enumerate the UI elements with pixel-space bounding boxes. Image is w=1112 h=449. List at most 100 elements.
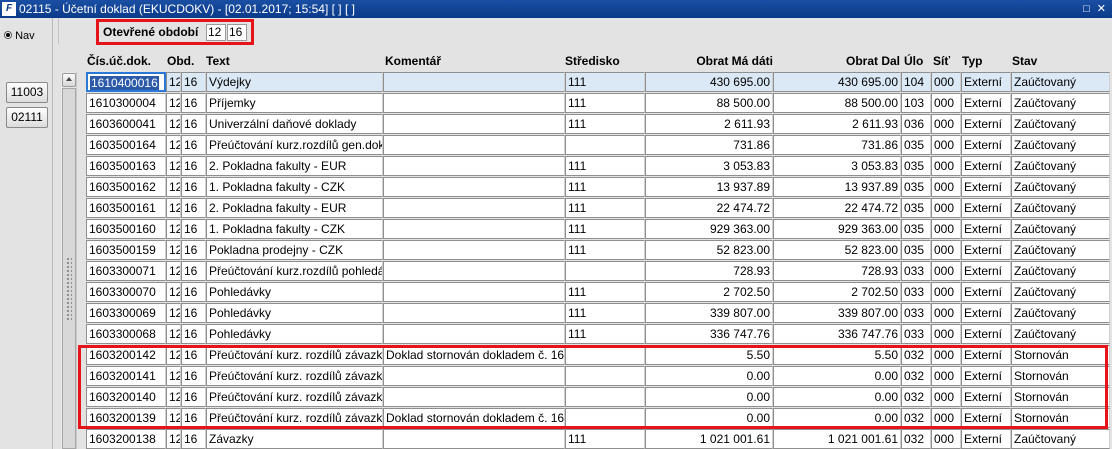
cell-text[interactable]: Pohledávky <box>206 324 383 344</box>
cell-doc[interactable]: 1603300071 <box>86 261 166 281</box>
cell-credit[interactable]: 731.86 <box>773 135 901 155</box>
cell-text[interactable]: Univerzální daňové doklady <box>206 114 383 134</box>
cell-typ[interactable]: Externí <box>961 114 1011 134</box>
cell-ulo[interactable]: 103 <box>901 93 931 113</box>
cell-text[interactable]: Přeúčtování kurz. rozdílů závazků <box>206 345 383 365</box>
cell-typ[interactable]: Externí <box>961 261 1011 281</box>
table-row[interactable]: 16032001381216Závazky1111 021 001.611 02… <box>86 428 1110 449</box>
cell-center[interactable] <box>565 261 645 281</box>
cell-debit[interactable]: 339 807.00 <box>645 303 773 323</box>
cell-y[interactable]: 16 <box>181 135 206 155</box>
cell-stav[interactable]: Zaúčtovaný <box>1011 177 1110 197</box>
cell-stav[interactable]: Zaúčtovaný <box>1011 303 1110 323</box>
cell-m[interactable]: 12 <box>166 114 181 134</box>
cell-sit[interactable]: 000 <box>931 366 961 386</box>
column-header[interactable]: Stav <box>1012 53 1102 69</box>
cell-m[interactable]: 12 <box>166 282 181 302</box>
cell-doc[interactable]: 1603500164 <box>86 135 166 155</box>
cell-m[interactable]: 12 <box>166 219 181 239</box>
column-header[interactable]: Text <box>206 53 286 69</box>
column-header[interactable]: Středisko <box>565 53 645 69</box>
cell-ulo[interactable]: 032 <box>901 345 931 365</box>
cell-ulo[interactable]: 104 <box>901 72 931 92</box>
cell-text[interactable]: Pohledávky <box>206 303 383 323</box>
nav-button-02111[interactable]: 02111 <box>6 107 48 128</box>
cell-debit[interactable]: 2 702.50 <box>645 282 773 302</box>
cell-typ[interactable]: Externí <box>961 219 1011 239</box>
cell-stav[interactable]: Zaúčtovaný <box>1011 324 1110 344</box>
cell-debit[interactable]: 430 695.00 <box>645 72 773 92</box>
cell-text[interactable]: 1. Pokladna fakulty - CZK <box>206 177 383 197</box>
cell-doc[interactable]: 1603500161 <box>86 198 166 218</box>
cell-sit[interactable]: 000 <box>931 198 961 218</box>
cell-comment[interactable]: Doklad stornován dokladem č. 160 <box>383 408 565 428</box>
table-row[interactable]: 16032001411216Přeúčtování kurz. rozdílů … <box>86 365 1110 386</box>
cell-credit[interactable]: 22 474.72 <box>773 198 901 218</box>
cell-debit[interactable]: 336 747.76 <box>645 324 773 344</box>
cell-credit[interactable]: 88 500.00 <box>773 93 901 113</box>
cell-text[interactable]: Výdejky <box>206 72 383 92</box>
cell-y[interactable]: 16 <box>181 429 206 449</box>
table-row[interactable]: 160350016112162. Pokladna fakulty - EUR 1… <box>86 197 1110 218</box>
table-row[interactable]: 16103000041216Příjemky11188 500.0088 500… <box>86 92 1110 113</box>
cell-typ[interactable]: Externí <box>961 93 1011 113</box>
cell-debit[interactable]: 929 363.00 <box>645 219 773 239</box>
cell-doc[interactable]: 1603200141 <box>86 366 166 386</box>
cell-center[interactable]: 111 <box>565 114 645 134</box>
cell-stav[interactable]: Zaúčtovaný <box>1011 114 1110 134</box>
cell-doc[interactable]: 1603500159 <box>86 240 166 260</box>
table-row[interactable]: 16033000701216Pohledávky1112 702.502 702… <box>86 281 1110 302</box>
cell-stav[interactable]: Zaúčtovaný <box>1011 72 1110 92</box>
column-header[interactable]: Obrat Dal <box>774 53 900 69</box>
cell-comment[interactable] <box>383 366 565 386</box>
period-year-field[interactable]: 16 <box>227 24 247 41</box>
cell-debit[interactable]: 731.86 <box>645 135 773 155</box>
cell-ulo[interactable]: 035 <box>901 177 931 197</box>
cell-ulo[interactable]: 033 <box>901 324 931 344</box>
cell-center[interactable]: 111 <box>565 198 645 218</box>
cell-ulo[interactable]: 032 <box>901 408 931 428</box>
table-row[interactable]: 16032001391216Přeúčtování kurz. rozdílů … <box>86 407 1110 428</box>
cell-doc[interactable]: 1603200140 <box>86 387 166 407</box>
column-header[interactable]: Komentář <box>385 53 465 69</box>
cell-credit[interactable]: 52 823.00 <box>773 240 901 260</box>
cell-sit[interactable]: 000 <box>931 324 961 344</box>
cell-credit[interactable]: 336 747.76 <box>773 324 901 344</box>
cell-center[interactable]: 111 <box>565 303 645 323</box>
cell-text[interactable]: Přeúčtování kurz. rozdílů závazků <box>206 366 383 386</box>
cell-typ[interactable]: Externí <box>961 324 1011 344</box>
cell-credit[interactable]: 2 611.93 <box>773 114 901 134</box>
cell-doc[interactable]: 1603500160 <box>86 219 166 239</box>
cell-typ[interactable]: Externí <box>961 156 1011 176</box>
cell-stav[interactable]: Stornován <box>1011 345 1110 365</box>
cell-typ[interactable]: Externí <box>961 282 1011 302</box>
cell-stav[interactable]: Stornován <box>1011 366 1110 386</box>
cell-sit[interactable]: 000 <box>931 387 961 407</box>
cell-ulo[interactable]: 035 <box>901 156 931 176</box>
cell-y[interactable]: 16 <box>181 240 206 260</box>
cell-ulo[interactable]: 035 <box>901 240 931 260</box>
cell-typ[interactable]: Externí <box>961 345 1011 365</box>
cell-doc[interactable]: 1603300069 <box>86 303 166 323</box>
cell-m[interactable]: 12 <box>166 198 181 218</box>
cell-doc[interactable]: 1603300068 <box>86 324 166 344</box>
cell-stav[interactable]: Stornován <box>1011 408 1110 428</box>
table-row[interactable]: 16033000681216Pohledávky111336 747.76336… <box>86 323 1110 344</box>
cell-ulo[interactable]: 035 <box>901 198 931 218</box>
cell-credit[interactable]: 0.00 <box>773 408 901 428</box>
cell-y[interactable]: 16 <box>181 114 206 134</box>
cell-debit[interactable]: 88 500.00 <box>645 93 773 113</box>
table-row[interactable]: 16032001421216Přeúčtování kurz. rozdílů … <box>86 344 1110 365</box>
cell-sit[interactable]: 000 <box>931 429 961 449</box>
cell-m[interactable]: 12 <box>166 408 181 428</box>
cell-center[interactable]: 111 <box>565 156 645 176</box>
cell-sit[interactable]: 000 <box>931 261 961 281</box>
cell-comment[interactable] <box>383 198 565 218</box>
table-row[interactable]: 16033000691216Pohledávky111339 807.00339… <box>86 302 1110 323</box>
cell-doc[interactable]: 1603600041 <box>86 114 166 134</box>
cell-stav[interactable]: Zaúčtovaný <box>1011 429 1110 449</box>
cell-doc[interactable]: 1603500163 <box>86 156 166 176</box>
cell-center[interactable] <box>565 408 645 428</box>
cell-ulo[interactable]: 032 <box>901 429 931 449</box>
cell-y[interactable]: 16 <box>181 408 206 428</box>
